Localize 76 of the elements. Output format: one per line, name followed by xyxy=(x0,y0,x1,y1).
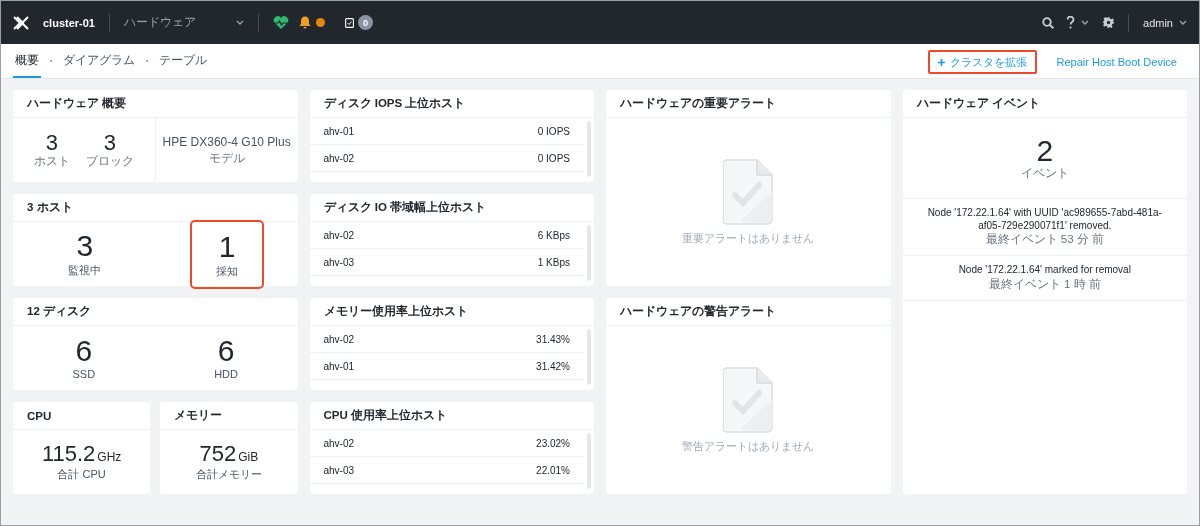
search-icon[interactable] xyxy=(1042,16,1055,29)
tab[interactable]: テーブル xyxy=(157,44,209,78)
settings-icon[interactable] xyxy=(1103,17,1115,28)
stat-value: 3 xyxy=(76,231,94,261)
host-name: ahv-03 xyxy=(323,464,355,476)
host-name: ahv-02 xyxy=(323,229,355,241)
stat-label: 採知 xyxy=(216,264,239,279)
host-name: ahv-02 xyxy=(323,152,355,164)
metric-value: 6 KBps xyxy=(537,229,570,241)
stat-value: 3 xyxy=(45,131,58,154)
plus-icon xyxy=(937,58,945,66)
help-icon[interactable] xyxy=(1066,16,1076,29)
metric-value: 1 KBps xyxy=(537,256,570,268)
logo-icon[interactable] xyxy=(13,15,29,30)
document-check-icon xyxy=(723,158,774,225)
clipboard-icon[interactable] xyxy=(345,17,354,28)
cluster-name[interactable]: cluster-01 xyxy=(43,16,95,29)
stat-value: 3 xyxy=(103,131,116,154)
user-menu[interactable]: admin xyxy=(1143,16,1173,29)
bell-icon[interactable] xyxy=(299,16,311,29)
stat-label: 監視中 xyxy=(68,263,102,278)
card-title: ディスク IOPS 上位ホスト xyxy=(309,90,594,118)
card-title: ハードウェアの警告アラート xyxy=(606,298,891,326)
card-title: 12 ディスク xyxy=(13,298,298,326)
stat-label: モデル xyxy=(208,150,245,166)
empty-message: 重要アラートはありません xyxy=(682,230,815,246)
card-title: ディスク IO 帯域幅上位ホスト xyxy=(309,194,594,222)
stat-label: 合計メモリー xyxy=(195,466,262,482)
stat-value: 6 xyxy=(75,336,93,366)
total-value: 752 xyxy=(199,440,237,466)
stat-label: SSD xyxy=(72,368,96,380)
chevron-down-icon xyxy=(236,19,244,26)
total-value: 115.2 xyxy=(41,440,96,466)
metric-value: 23.02% xyxy=(536,437,570,449)
tab[interactable]: 概要 xyxy=(13,44,41,78)
host-name: ahv-02 xyxy=(323,333,355,345)
stat-value: 6 xyxy=(217,336,235,366)
card-title: メモリー使用率上位ホスト xyxy=(309,298,594,326)
heart-pulse-icon[interactable] xyxy=(273,15,289,30)
metric-value: 22.01% xyxy=(536,464,570,476)
model-name: HPE DX360-4 G10 Plus xyxy=(162,134,291,149)
metric-value: 0 IOPS xyxy=(537,152,570,164)
stat-label: HDD xyxy=(214,368,238,380)
metric-value: 0 IOPS xyxy=(537,125,570,137)
stat-label: 合計 CPU xyxy=(57,466,106,482)
chevron-down-icon[interactable] xyxy=(1179,19,1187,26)
unit-label: GiB xyxy=(238,449,259,464)
stat-label: ブロック xyxy=(85,153,134,169)
host-name: ahv-03 xyxy=(323,256,355,268)
document-check-icon xyxy=(723,366,774,433)
view-selector[interactable]: ハードウェア xyxy=(124,14,244,31)
stat-value: 1 xyxy=(218,232,236,262)
host-name: ahv-01 xyxy=(323,125,355,137)
card-title: ハードウェア 概要 xyxy=(13,90,298,118)
tab[interactable]: ダイアグラム xyxy=(61,44,137,78)
unit-label: GHz xyxy=(97,449,122,464)
chevron-down-icon[interactable] xyxy=(1081,19,1090,26)
card-title: ハードウェアの重要アラート xyxy=(606,90,891,118)
card-title: CPU xyxy=(13,402,151,430)
stat-label: ホスト xyxy=(33,153,70,169)
empty-message: 警告アラートはありません xyxy=(682,438,815,454)
event-time: 最終イベント 53 分 前 xyxy=(985,232,1104,247)
event-message: Node '172.22.1.64' marked for removal xyxy=(958,264,1131,277)
card-title: 3 ホスト xyxy=(13,194,298,222)
event-time: 最終イベント 1 時 前 xyxy=(988,276,1101,292)
card-title: メモリー xyxy=(160,402,298,430)
metric-value: 31.43% xyxy=(536,333,570,345)
metric-value: 31.42% xyxy=(536,360,570,372)
card-title: ハードウェア イベント xyxy=(902,90,1187,118)
event-count: 2 xyxy=(1036,135,1054,166)
stat-label: イベント xyxy=(1020,165,1069,181)
event-message: Node '172.22.1.64' with UUID 'ac989655-7abd-481a-af05-729e290071f1' removed. xyxy=(926,207,1163,232)
host-name: ahv-01 xyxy=(323,360,355,372)
card-title: CPU 使用率上位ホスト xyxy=(309,402,594,430)
host-name: ahv-02 xyxy=(323,437,355,449)
status-dot-icon xyxy=(316,18,325,27)
